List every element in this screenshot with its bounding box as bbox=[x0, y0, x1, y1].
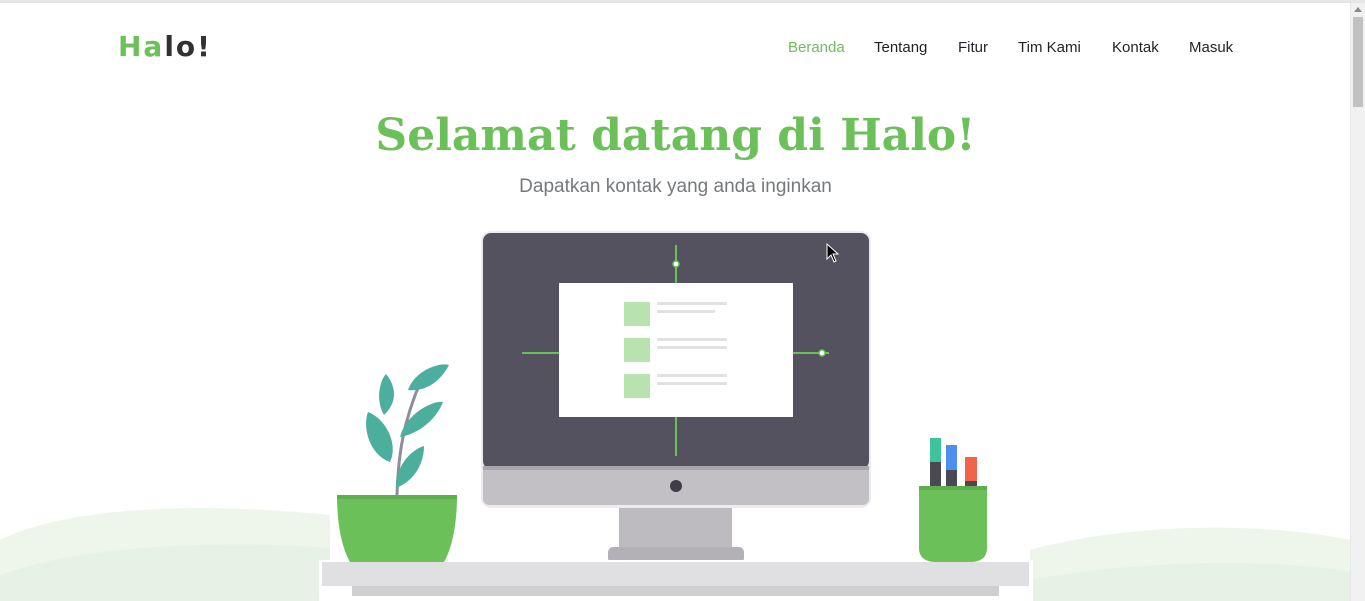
desk-shelf bbox=[352, 586, 999, 596]
nav-item-tim-kami[interactable]: Tim Kami bbox=[1018, 36, 1081, 60]
scrollbar-thumb[interactable] bbox=[1353, 17, 1363, 107]
monitor-chin-edge bbox=[483, 466, 869, 470]
monitor-button bbox=[670, 480, 682, 492]
mouse-cursor-icon bbox=[826, 243, 840, 263]
logo-part-accent: Ha bbox=[118, 30, 165, 63]
vertical-scrollbar[interactable] bbox=[1350, 3, 1365, 601]
plant-pot-icon bbox=[337, 364, 457, 562]
logo-part-dark: lo! bbox=[164, 30, 212, 63]
hero-illustration bbox=[0, 231, 1351, 601]
landing-page: Halo! Beranda Tentang Fitur Tim Kami Kon… bbox=[0, 0, 1365, 601]
nav-item-masuk[interactable]: Masuk bbox=[1189, 36, 1233, 60]
monitor-neck bbox=[619, 505, 732, 550]
logo[interactable]: Halo! bbox=[118, 28, 212, 66]
pen-holder-icon bbox=[919, 438, 987, 562]
nav-item-tentang[interactable]: Tentang bbox=[874, 36, 927, 60]
scroll-up-arrow-icon[interactable] bbox=[1354, 7, 1362, 12]
nav-item-kontak[interactable]: Kontak bbox=[1112, 36, 1159, 60]
desk-top bbox=[322, 562, 1029, 586]
nav-item-fitur[interactable]: Fitur bbox=[958, 36, 988, 60]
hero-subtitle: Dapatkan kontak yang anda inginkan bbox=[519, 176, 832, 197]
nav-item-beranda[interactable]: Beranda bbox=[788, 36, 845, 60]
hero-title: Selamat datang di Halo! bbox=[375, 110, 976, 161]
monitor-icon bbox=[481, 231, 871, 563]
